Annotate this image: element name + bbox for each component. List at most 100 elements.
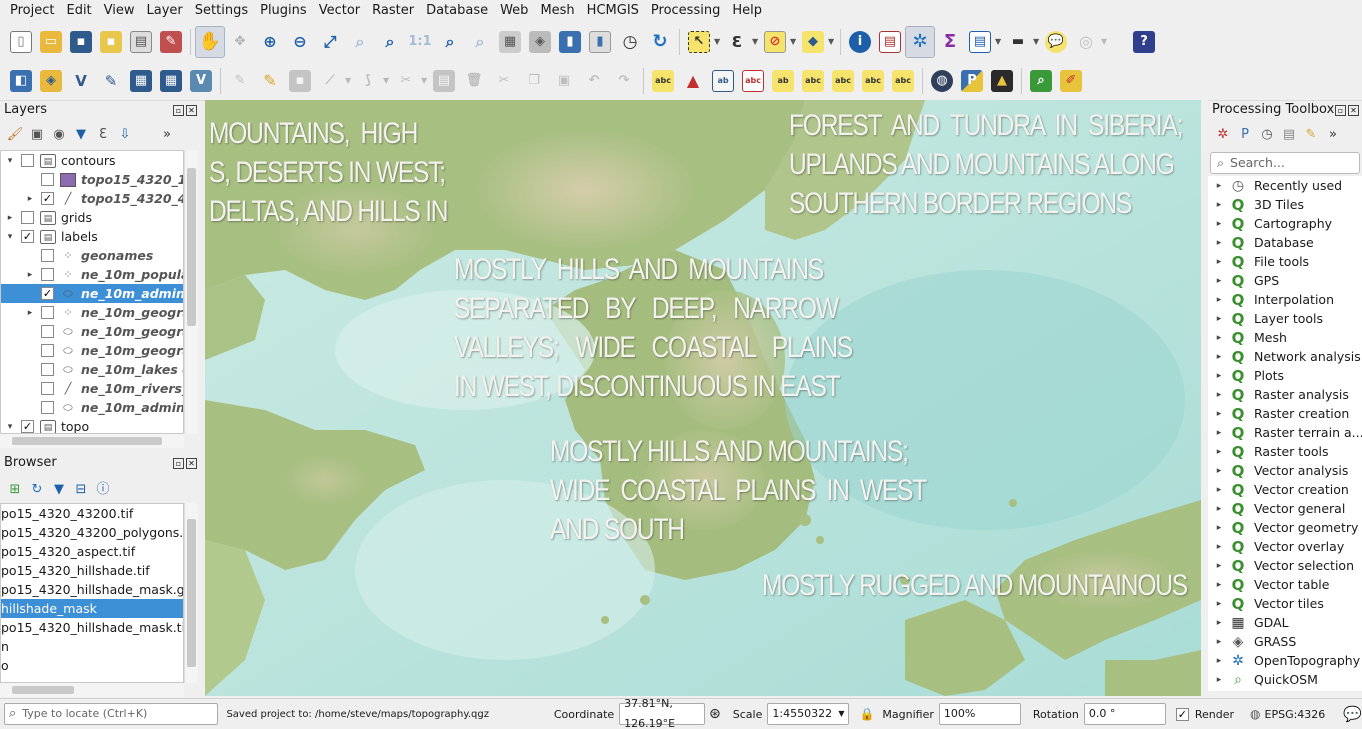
show-hide-labels-icon[interactable]: abc bbox=[798, 65, 828, 97]
rotation-field[interactable]: 0.0 ° bbox=[1083, 703, 1166, 725]
save-project-icon[interactable]: ▪ bbox=[66, 26, 96, 58]
new-virtual-layer-icon[interactable]: ▦ bbox=[126, 65, 156, 97]
browser-item[interactable]: po15_4320_hillshade_mask.tif bbox=[1, 618, 183, 637]
python-console-icon[interactable]: P bbox=[957, 65, 987, 97]
expand-arrow-icon[interactable]: ▸ bbox=[1214, 276, 1224, 286]
expand-arrow-icon[interactable]: ▸ bbox=[1214, 618, 1224, 628]
toolbox-item[interactable]: ▸ ✲ OpenTopography bbox=[1208, 651, 1362, 670]
vertex-tool-icon[interactable]: ⟆ bbox=[353, 65, 383, 97]
layer-visibility-checkbox[interactable] bbox=[41, 325, 54, 338]
toggle-editing-icon[interactable]: ✎ bbox=[255, 65, 285, 97]
toolbox-item[interactable]: ▸ ◷ Recently used bbox=[1208, 176, 1362, 195]
toolbox-item[interactable]: ▸ Q Vector general bbox=[1208, 499, 1362, 518]
layer-row[interactable]: ▸ ▤ grids bbox=[1, 208, 183, 227]
zoom-to-layer-icon[interactable]: ⌕ bbox=[375, 26, 405, 58]
edit-table-icon[interactable]: ▤ bbox=[429, 65, 459, 97]
chevron-down-icon[interactable]: ▼ bbox=[1101, 37, 1109, 46]
scale-combo[interactable]: 1:4550322 ▼ bbox=[767, 703, 850, 725]
data-source-manager-icon[interactable]: ◧ bbox=[6, 65, 36, 97]
expand-arrow-icon[interactable]: ▸ bbox=[1214, 428, 1224, 438]
current-edits-icon[interactable]: ✎ bbox=[225, 65, 255, 97]
scrollbar-thumb[interactable] bbox=[187, 168, 196, 326]
expand-arrow-icon[interactable]: ▸ bbox=[1214, 295, 1224, 305]
layer-row[interactable]: ▸ ⁘ ne_10m_populated_places bbox=[1, 265, 183, 284]
attribute-table-icon[interactable]: ▤ bbox=[875, 26, 905, 58]
expand-arrow-icon[interactable]: ▸ bbox=[1214, 485, 1224, 495]
filter-expression-icon[interactable]: Ɛ bbox=[94, 126, 112, 144]
expand-arrow-icon[interactable]: ▸ bbox=[1214, 409, 1224, 419]
zoom-in-icon[interactable]: ⊕ bbox=[255, 26, 285, 58]
float-panel-icon[interactable]: ▫ bbox=[173, 104, 184, 116]
chevron-down-icon[interactable]: ▼ bbox=[1033, 37, 1041, 46]
expand-arrow-icon[interactable]: ▸ bbox=[1214, 466, 1224, 476]
toolbox-item[interactable]: ▸ Q Raster terrain a... bbox=[1208, 423, 1362, 442]
pin-labels-icon[interactable]: ab bbox=[768, 65, 798, 97]
add-group-icon[interactable]: ▣ bbox=[28, 126, 46, 144]
menu-vector[interactable]: Vector bbox=[313, 0, 366, 22]
expand-arrow-icon[interactable]: ▸ bbox=[1214, 447, 1224, 457]
layer-visibility-checkbox[interactable] bbox=[41, 268, 54, 281]
pan-to-selection-icon[interactable]: ✥ bbox=[225, 26, 255, 58]
layer-row[interactable]: ⬭ ne_10m_geography_regions_polys bbox=[1, 322, 183, 341]
browser-item[interactable]: po15_4320_43200.tif bbox=[1, 504, 183, 523]
layer-visibility-checkbox[interactable] bbox=[41, 173, 54, 186]
float-panel-icon[interactable]: ▫ bbox=[173, 457, 184, 469]
layer-tree-hscrollbar[interactable] bbox=[0, 434, 184, 448]
properties-icon[interactable]: ⓘ bbox=[94, 481, 112, 499]
cut-features-icon[interactable]: ✂ bbox=[489, 65, 519, 97]
menu-hcmgis[interactable]: HCMGIS bbox=[581, 0, 645, 22]
globe-icon[interactable]: ◍ bbox=[927, 65, 957, 97]
identify-icon[interactable]: i bbox=[845, 26, 875, 58]
hcmgis-icon[interactable]: ✐ bbox=[1056, 65, 1086, 97]
lock-scale-icon[interactable]: 🔒 bbox=[859, 707, 874, 721]
map-tips-icon[interactable]: 💬 bbox=[1041, 26, 1071, 58]
expand-arrow-icon[interactable]: ▸ bbox=[1214, 219, 1224, 229]
statistics-icon[interactable]: Σ bbox=[935, 26, 965, 58]
expand-arrow-icon[interactable]: ▸ bbox=[25, 194, 35, 204]
scripts-icon[interactable]: P bbox=[1236, 126, 1254, 144]
layer-row[interactable]: ▾ ▤ contours bbox=[1, 151, 183, 170]
toolbox-item[interactable]: ▸ Q File tools bbox=[1208, 252, 1362, 271]
menu-project[interactable]: Project bbox=[4, 0, 60, 22]
expand-arrow-icon[interactable]: ▸ bbox=[1214, 333, 1224, 343]
show-bookmarks-icon[interactable]: ▮ bbox=[585, 26, 615, 58]
rule-label-icon[interactable]: abc bbox=[738, 65, 768, 97]
toolbox-item[interactable]: ▸ Q Vector analysis bbox=[1208, 461, 1362, 480]
rotate-label-icon[interactable]: abc bbox=[858, 65, 888, 97]
layer-visibility-checkbox[interactable] bbox=[41, 401, 54, 414]
zoom-last-icon[interactable]: ⌕ bbox=[435, 26, 465, 58]
expand-arrow-icon[interactable]: ▸ bbox=[1214, 656, 1224, 666]
layer-visibility-checkbox[interactable]: ✓ bbox=[21, 230, 34, 243]
filter-legend-icon[interactable]: ▼ bbox=[72, 126, 90, 144]
layer-visibility-checkbox[interactable] bbox=[41, 249, 54, 262]
toolbox-item[interactable]: ▸ Q Mesh bbox=[1208, 328, 1362, 347]
redo-icon[interactable]: ↷ bbox=[609, 65, 639, 97]
expand-arrow-icon[interactable]: ▸ bbox=[1214, 390, 1224, 400]
menu-layer[interactable]: Layer bbox=[141, 0, 189, 22]
expand-arrow-icon[interactable]: ▸ bbox=[1214, 238, 1224, 248]
menu-help[interactable]: Help bbox=[726, 0, 768, 22]
print-layout-icon[interactable]: ▤ bbox=[126, 26, 156, 58]
close-panel-icon[interactable]: ✕ bbox=[186, 457, 197, 469]
help-icon[interactable]: ? bbox=[1129, 26, 1159, 58]
zoom-native-icon[interactable]: 1:1 bbox=[405, 26, 435, 58]
menu-view[interactable]: View bbox=[98, 0, 141, 22]
browser-scrollbar[interactable] bbox=[184, 503, 198, 683]
manage-visibility-icon[interactable]: ◉ bbox=[50, 126, 68, 144]
plugin-tool-icon[interactable]: ▲ bbox=[987, 65, 1017, 97]
browser-item[interactable]: hillshade_mask bbox=[1, 599, 183, 618]
toolbox-item[interactable]: ▸ Q Layer tools bbox=[1208, 309, 1362, 328]
collapse-all-icon[interactable]: ⊟ bbox=[72, 481, 90, 499]
toolbox-item[interactable]: ▸ Q Vector selection bbox=[1208, 556, 1362, 575]
select-features-icon[interactable]: ↖ bbox=[684, 26, 714, 58]
refresh-icon[interactable]: ↻ bbox=[28, 481, 46, 499]
expand-arrow-icon[interactable]: ▸ bbox=[25, 270, 35, 280]
expand-arrow-icon[interactable]: ▸ bbox=[1214, 523, 1224, 533]
layer-row[interactable]: ⬭ ne_10m_geography_marine_polys bbox=[1, 341, 183, 360]
toolbox-item[interactable]: ▸ ⌕ QuickOSM bbox=[1208, 670, 1362, 689]
new-shapefile-icon[interactable]: V bbox=[66, 65, 96, 97]
add-vector-icon[interactable]: V bbox=[186, 65, 216, 97]
messages-icon[interactable]: 💬 bbox=[1343, 705, 1362, 723]
float-panel-icon[interactable]: ▫ bbox=[1335, 104, 1346, 116]
chevron-down-icon[interactable]: ▼ bbox=[421, 76, 429, 85]
